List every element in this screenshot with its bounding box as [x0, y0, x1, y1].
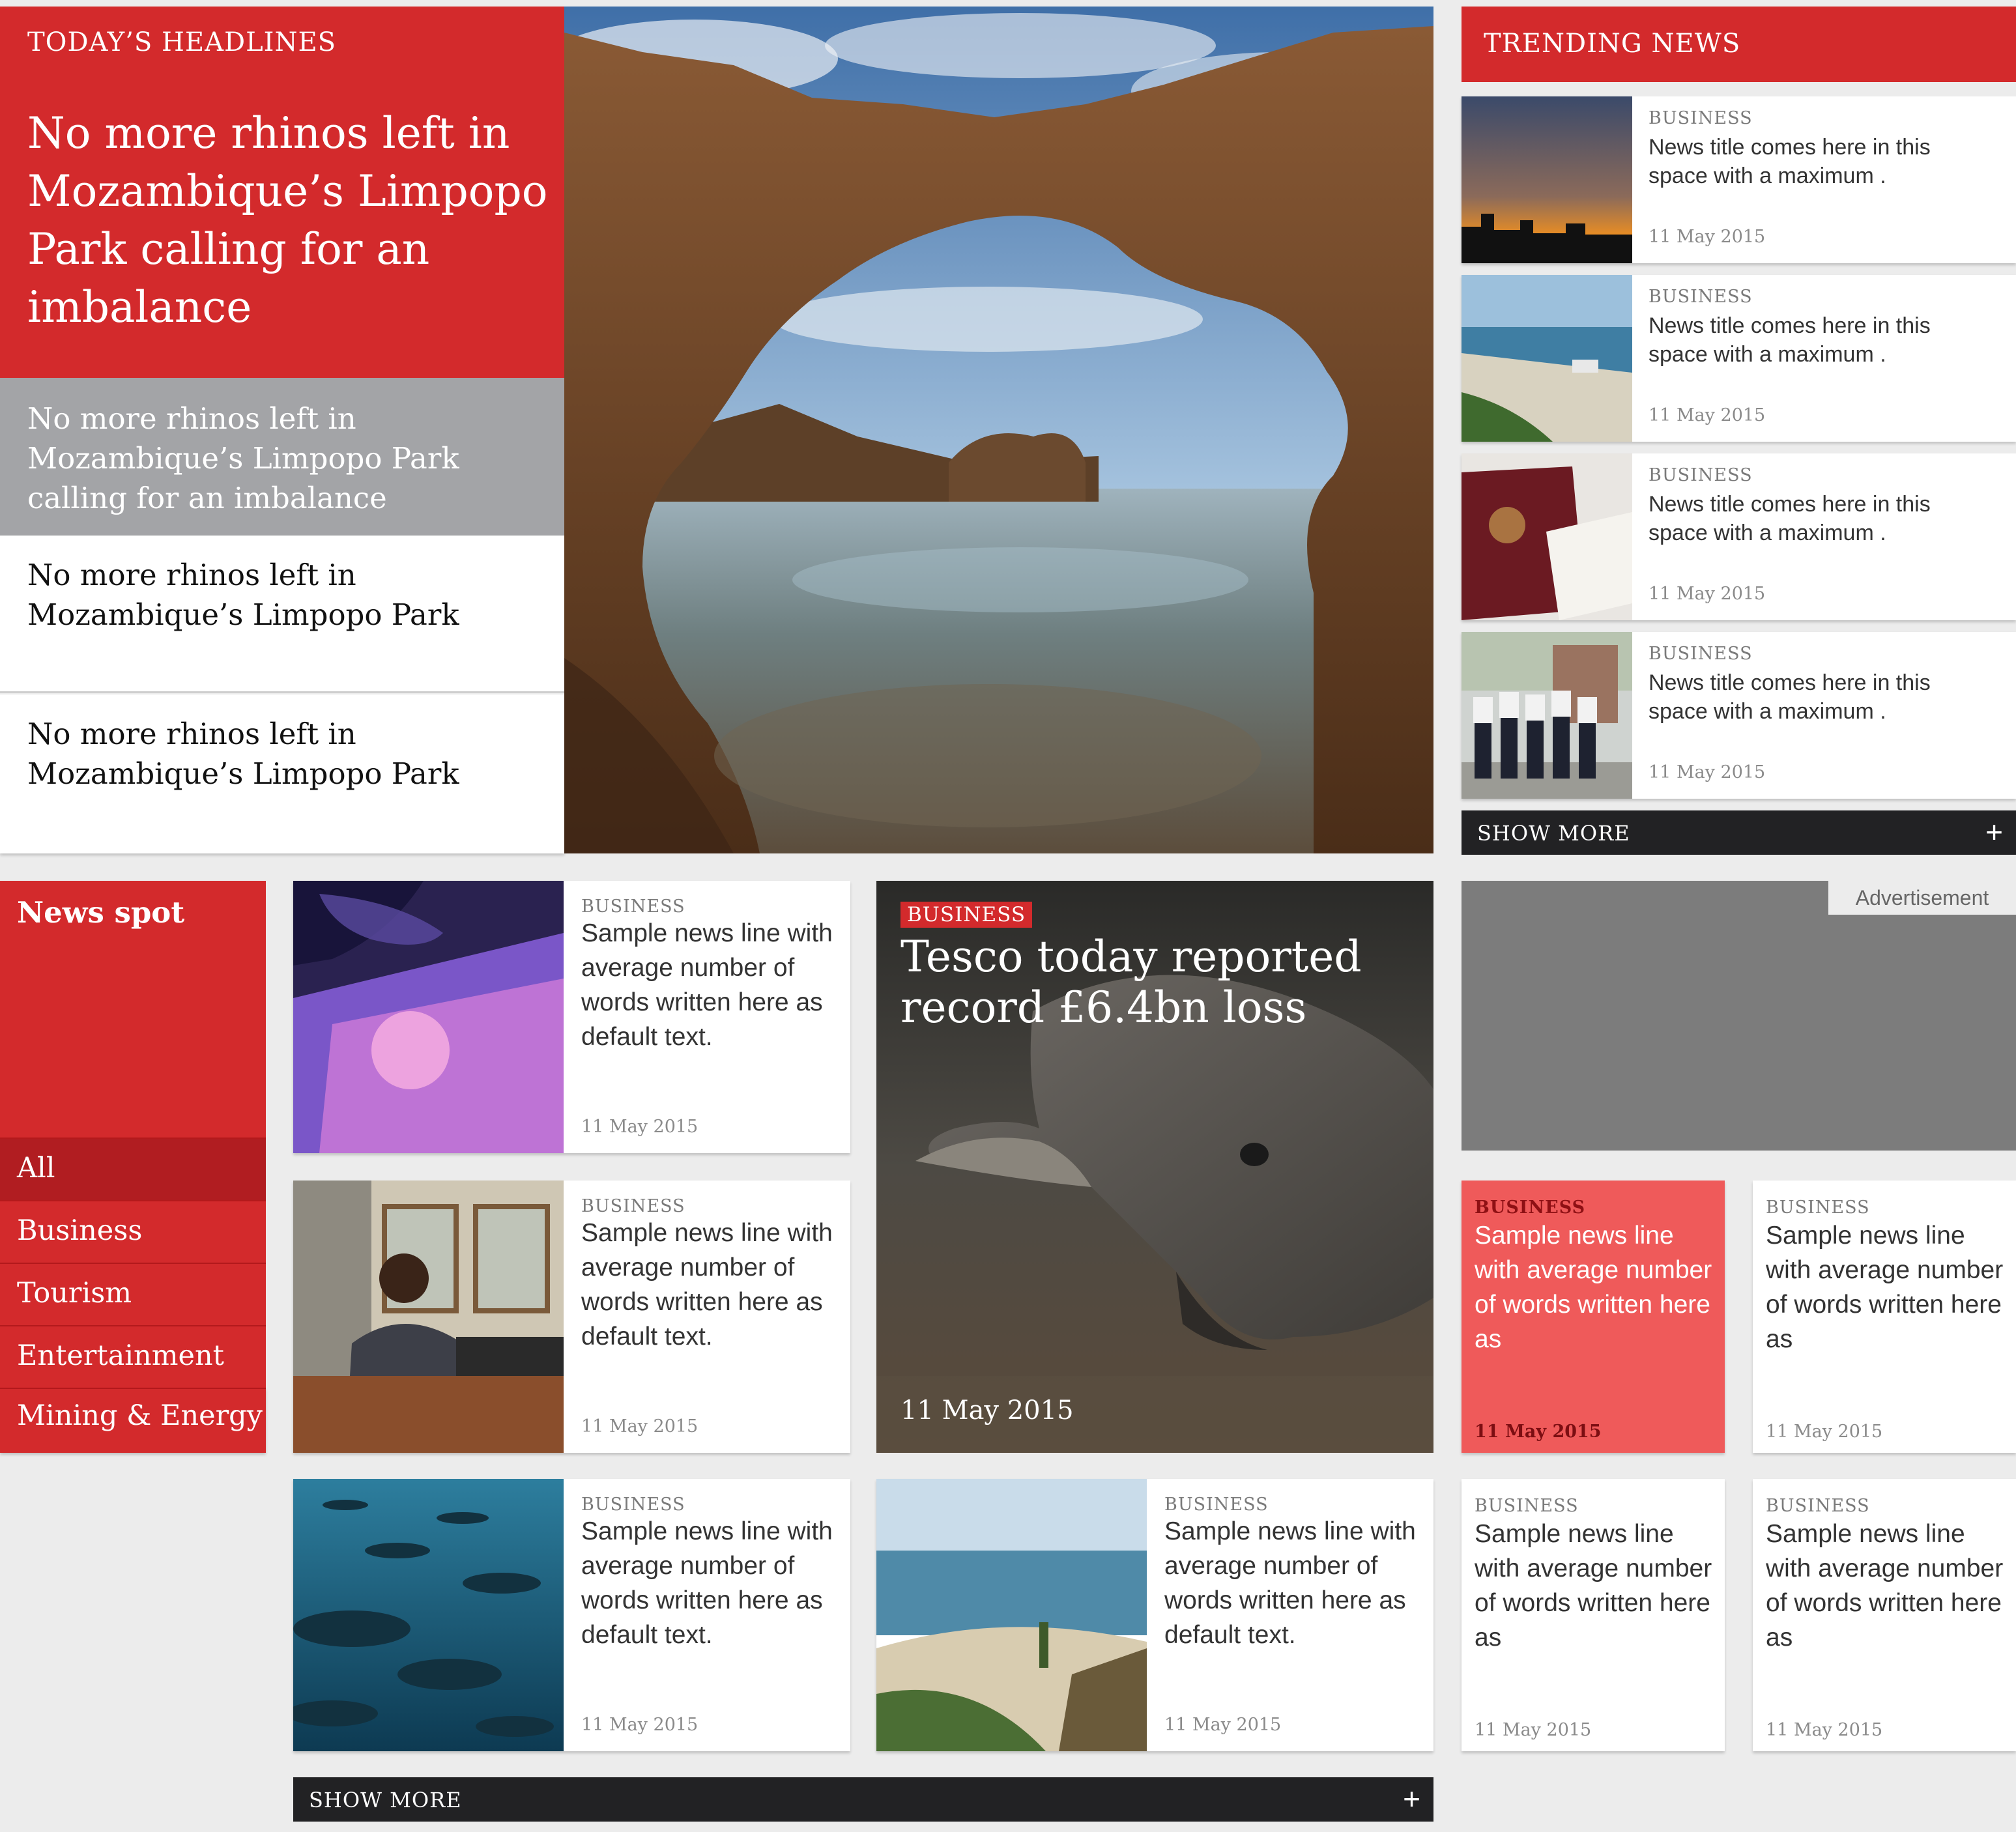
plus-icon: + — [1403, 1782, 1420, 1816]
trending-show-more-button[interactable]: SHOW MORE + — [1462, 810, 2016, 855]
small-card-category: BUSINESS — [1475, 1197, 1586, 1218]
headline-secondary-title[interactable]: No more rhinos left in Mozambique’s Limp… — [27, 399, 542, 518]
feature-category-badge: BUSINESS — [900, 902, 1033, 928]
news-spot-filter-all[interactable]: All — [0, 1138, 266, 1200]
trending-section-label: TRENDING NEWS — [1484, 29, 1741, 59]
news-card-category: BUSINESS — [581, 896, 685, 917]
headline-main-title[interactable]: No more rhinos left in Mozambique’s Limp… — [27, 104, 549, 336]
feature-title[interactable]: Tesco today reported record £6.4bn loss — [900, 932, 1409, 1033]
small-card-title[interactable]: Sample news line with average number of … — [1766, 1218, 2007, 1356]
small-card-category: BUSINESS — [1766, 1496, 1870, 1516]
trending-category: BUSINESS — [1649, 287, 1753, 307]
news-spot-filter-tourism[interactable]: Tourism — [0, 1263, 266, 1325]
filter-label: All — [17, 1152, 55, 1184]
news-card[interactable]: BUSINESS Sample news line with average n… — [293, 881, 850, 1153]
news-card[interactable]: BUSINESS Sample news line with average n… — [293, 1181, 850, 1453]
small-card-category: BUSINESS — [1475, 1496, 1579, 1516]
headlines-section-label: TODAY’S HEADLINES — [27, 27, 337, 57]
news-spot-filter-mining-energy[interactable]: Mining & Energy — [0, 1388, 266, 1453]
news-card-category: BUSINESS — [581, 1495, 685, 1515]
news-spot-title: News spot — [17, 895, 185, 930]
trending-thumbnail-sunset[interactable] — [1462, 96, 1632, 263]
plus-icon: + — [1985, 815, 2003, 849]
news-card-date: 11 May 2015 — [581, 1117, 698, 1137]
small-news-card-highlighted[interactable]: BUSINESS Sample news line with average n… — [1462, 1181, 1725, 1453]
small-card-category: BUSINESS — [1766, 1197, 1870, 1218]
trending-date: 11 May 2015 — [1649, 762, 1766, 782]
trending-title[interactable]: News title comes here in this space with… — [1649, 490, 1987, 547]
feature-date: 11 May 2015 — [900, 1395, 1074, 1425]
trending-title[interactable]: News title comes here in this space with… — [1649, 311, 1987, 369]
headline-list-item-title[interactable]: No more rhinos left in Mozambique’s Limp… — [27, 714, 542, 794]
small-card-date: 11 May 2015 — [1766, 1720, 1883, 1740]
news-spot-filter-entertainment[interactable]: Entertainment — [0, 1325, 266, 1388]
trending-thumbnail-passport[interactable] — [1462, 453, 1632, 620]
news-card-title[interactable]: Sample news line with average number of … — [581, 916, 842, 1054]
advertisement-label: Advertisement — [1828, 881, 2016, 915]
advertisement-slot[interactable] — [1462, 881, 2016, 1151]
trending-item[interactable]: BUSINESS News title comes here in this s… — [1462, 96, 2016, 263]
trending-category: BUSINESS — [1649, 108, 1753, 128]
trending-title[interactable]: News title comes here in this space with… — [1649, 668, 1987, 726]
small-news-card[interactable]: BUSINESS Sample news line with average n… — [1753, 1181, 2016, 1453]
trending-title[interactable]: News title comes here in this space with… — [1649, 133, 1987, 190]
news-card-image-uv-passport[interactable] — [293, 881, 564, 1153]
trending-thumbnail-beach[interactable] — [1462, 275, 1632, 442]
hero-image[interactable] — [564, 7, 1433, 853]
show-more-label: SHOW MORE — [1477, 821, 1630, 846]
news-card-title[interactable]: Sample news line with average number of … — [1164, 1514, 1425, 1652]
trending-category: BUSINESS — [1649, 644, 1753, 664]
small-card-date: 11 May 2015 — [1475, 1720, 1592, 1740]
small-card-title[interactable]: Sample news line with average number of … — [1475, 1218, 1716, 1356]
news-card[interactable]: BUSINESS Sample news line with average n… — [293, 1479, 850, 1751]
headline-list-item-title[interactable]: No more rhinos left in Mozambique’s Limp… — [27, 555, 542, 635]
filter-label: Tourism — [17, 1277, 132, 1310]
small-card-date: 11 May 2015 — [1766, 1422, 1883, 1442]
small-card-date: 11 May 2015 — [1475, 1422, 1602, 1442]
trending-thumbnail-officers[interactable] — [1462, 632, 1632, 799]
filter-label: Entertainment — [17, 1339, 224, 1372]
small-card-title[interactable]: Sample news line with average number of … — [1475, 1517, 1716, 1655]
news-card-image-tuna[interactable] — [293, 1479, 564, 1751]
news-show-more-button[interactable]: SHOW MORE + — [293, 1777, 1433, 1822]
trending-date: 11 May 2015 — [1649, 584, 1766, 604]
small-news-card[interactable]: BUSINESS Sample news line with average n… — [1753, 1479, 2016, 1751]
trending-date: 11 May 2015 — [1649, 227, 1766, 247]
show-more-label: SHOW MORE — [309, 1788, 462, 1812]
trending-date: 11 May 2015 — [1649, 405, 1766, 425]
news-card-date: 11 May 2015 — [581, 1416, 698, 1437]
news-card-title[interactable]: Sample news line with average number of … — [581, 1216, 842, 1354]
news-card-title[interactable]: Sample news line with average number of … — [581, 1514, 842, 1652]
news-spot-filter-business[interactable]: Business — [0, 1200, 266, 1263]
news-card-category: BUSINESS — [1164, 1495, 1269, 1515]
small-news-card[interactable]: BUSINESS Sample news line with average n… — [1462, 1479, 1725, 1751]
news-card-category: BUSINESS — [581, 1196, 685, 1216]
news-card-image-speaker[interactable] — [293, 1181, 564, 1453]
filter-label: Mining & Energy — [17, 1399, 263, 1432]
news-card-date: 11 May 2015 — [581, 1715, 698, 1735]
news-card-image-lake-shore[interactable] — [876, 1479, 1147, 1751]
trending-item[interactable]: BUSINESS News title comes here in this s… — [1462, 632, 2016, 799]
trending-item[interactable]: BUSINESS News title comes here in this s… — [1462, 275, 2016, 442]
news-card[interactable]: BUSINESS Sample news line with average n… — [876, 1479, 1433, 1751]
filter-label: Business — [17, 1214, 143, 1247]
small-card-title[interactable]: Sample news line with average number of … — [1766, 1517, 2007, 1655]
news-card-date: 11 May 2015 — [1164, 1715, 1282, 1735]
trending-category: BUSINESS — [1649, 465, 1753, 485]
trending-item[interactable]: BUSINESS News title comes here in this s… — [1462, 453, 2016, 620]
